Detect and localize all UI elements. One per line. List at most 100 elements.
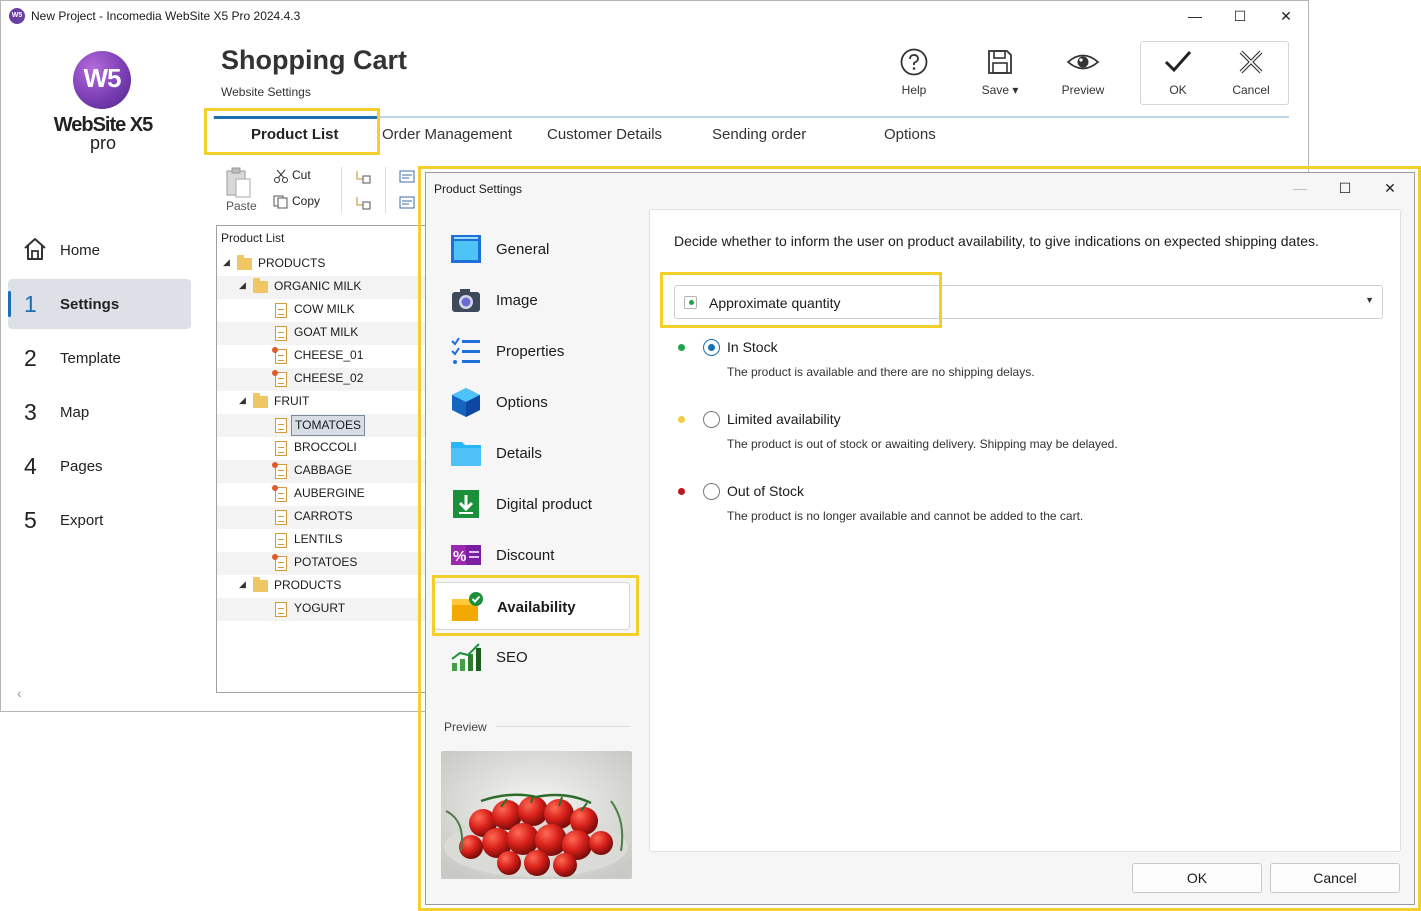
title-bar: W5 New Project - Incomedia WebSite X5 Pr… bbox=[1, 1, 1308, 31]
close-x-icon bbox=[1239, 50, 1263, 74]
app-icon: W5 bbox=[9, 8, 25, 24]
tree-product-row[interactable]: CHEESE_01 bbox=[217, 345, 430, 368]
tree-item-label: GOAT MILK bbox=[294, 325, 359, 339]
product-icon bbox=[275, 510, 287, 525]
tab-sending-order[interactable]: Sending order bbox=[712, 126, 806, 143]
checkmark-icon bbox=[1164, 51, 1192, 73]
save-label: Save ▾ bbox=[981, 83, 1019, 97]
product-icon bbox=[275, 326, 287, 341]
home-icon bbox=[24, 238, 46, 260]
tree-item-label: POTATOES bbox=[294, 555, 358, 569]
eye-icon bbox=[1066, 54, 1100, 70]
cancel-button[interactable]: Cancel bbox=[1216, 47, 1286, 102]
availability-category-highlight bbox=[432, 575, 639, 636]
tree-folder-row[interactable]: ◢ PRODUCTS bbox=[217, 253, 430, 276]
tree-product-row[interactable]: LENTILS bbox=[217, 529, 430, 552]
paste-button[interactable]: Paste bbox=[226, 199, 257, 213]
tree-product-row[interactable]: CHEESE_02 bbox=[217, 368, 430, 391]
tab-customer-details[interactable]: Customer Details bbox=[547, 126, 662, 143]
ok-label: OK bbox=[1169, 83, 1187, 97]
tree-product-row[interactable]: POTATOES bbox=[217, 552, 430, 575]
cut-button[interactable]: Cut bbox=[292, 168, 311, 182]
tree-product-row[interactable]: TOMATOES bbox=[217, 414, 430, 437]
tree-product-row[interactable]: YOGURT bbox=[217, 598, 430, 621]
nav-label: Pages bbox=[60, 458, 103, 475]
product-list-tab-highlight bbox=[204, 108, 380, 155]
nav-item-map[interactable]: 3 Map bbox=[8, 387, 191, 437]
tree-product-row[interactable]: COW MILK bbox=[217, 299, 430, 322]
tree-item-label: YOGURT bbox=[294, 601, 346, 615]
copy-button[interactable]: Copy bbox=[292, 194, 320, 208]
active-indicator bbox=[8, 291, 11, 317]
product-tree[interactable]: Product List ◢ PRODUCTS ◢ ORGANIC MILK COW M… bbox=[216, 225, 431, 693]
tree-product-row[interactable]: AUBERGINE bbox=[217, 483, 430, 506]
nav-label: Settings bbox=[60, 296, 120, 313]
nav-item-template[interactable]: 2 Template bbox=[8, 333, 191, 383]
tree-folder-row[interactable]: ◢ ORGANIC MILK bbox=[217, 276, 430, 299]
export-icon[interactable] bbox=[399, 196, 415, 210]
expand-toggle-icon[interactable]: ◢ bbox=[239, 579, 246, 590]
tree-product-row[interactable]: GOAT MILK bbox=[217, 322, 430, 345]
tree-folder-row[interactable]: ◢ FRUIT bbox=[217, 391, 430, 414]
ok-button[interactable]: OK bbox=[1143, 47, 1213, 102]
tree-item-label: PRODUCTS bbox=[274, 578, 342, 592]
logo-mark-text: W5 bbox=[83, 63, 122, 93]
tab-options[interactable]: Options bbox=[884, 126, 936, 143]
nav-item-home[interactable]: Home bbox=[8, 225, 191, 275]
minimize-button[interactable]: — bbox=[1183, 5, 1207, 27]
tree-product-row[interactable]: CABBAGE bbox=[217, 460, 430, 483]
nav-item-pages[interactable]: 4 Pages bbox=[8, 441, 191, 491]
tab-order-management[interactable]: Order Management bbox=[382, 126, 512, 143]
folder-icon bbox=[237, 255, 252, 270]
window-title: New Project - Incomedia WebSite X5 Pro 2… bbox=[31, 9, 301, 23]
product-icon bbox=[275, 303, 287, 318]
tree-item-label: FRUIT bbox=[274, 394, 310, 408]
nav-number: 5 bbox=[24, 507, 37, 533]
website-x5-logo: W5 WebSite X5 pro bbox=[51, 51, 155, 155]
nav-label: Export bbox=[60, 512, 104, 529]
screenshot-stage: W5 New Project - Incomedia WebSite X5 Pr… bbox=[0, 0, 1421, 911]
copy-icon bbox=[273, 195, 288, 209]
tree-item-label: CABBAGE bbox=[294, 463, 353, 477]
tree-product-row[interactable]: CARROTS bbox=[217, 506, 430, 529]
tree-move-up-icon[interactable] bbox=[355, 170, 371, 184]
product-icon bbox=[275, 441, 287, 456]
close-button[interactable]: ✕ bbox=[1274, 5, 1298, 27]
toolbar-divider bbox=[341, 167, 342, 213]
tree-item-label: AUBERGINE bbox=[294, 486, 365, 500]
nav-item-export[interactable]: 5 Export bbox=[8, 495, 191, 545]
cancel-label: Cancel bbox=[1232, 83, 1270, 97]
import-icon[interactable] bbox=[399, 170, 415, 184]
tree-header: Product List bbox=[221, 231, 285, 245]
folder-icon bbox=[253, 393, 268, 408]
logo-edition: pro bbox=[89, 133, 116, 153]
tree-folder-row[interactable]: ◢ PRODUCTS bbox=[217, 575, 430, 598]
help-button[interactable]: Help bbox=[879, 47, 949, 102]
tree-product-row[interactable]: BROCCOLI bbox=[217, 437, 430, 460]
nav-item-settings[interactable]: 1 Settings bbox=[8, 279, 191, 329]
product-icon bbox=[275, 602, 287, 617]
tree-item-label: CARROTS bbox=[294, 509, 353, 523]
product-icon bbox=[275, 533, 287, 548]
nav-number: 1 bbox=[24, 291, 37, 317]
save-icon bbox=[988, 50, 1012, 74]
expand-toggle-icon[interactable]: ◢ bbox=[239, 395, 246, 406]
save-button[interactable]: Save ▾ bbox=[965, 47, 1035, 102]
nav-number: 4 bbox=[24, 453, 37, 479]
tree-move-down-icon[interactable] bbox=[355, 196, 371, 210]
tree-item-label: LENTILS bbox=[294, 532, 343, 546]
expand-toggle-icon[interactable]: ◢ bbox=[239, 280, 246, 291]
maximize-button[interactable]: ☐ bbox=[1228, 5, 1252, 27]
preview-label: Preview bbox=[1061, 83, 1105, 97]
nav-number: 2 bbox=[24, 345, 37, 371]
expand-toggle-icon[interactable]: ◢ bbox=[223, 257, 230, 268]
product-icon bbox=[272, 462, 287, 479]
nav-label-home: Home bbox=[60, 242, 101, 259]
collapse-sidebar-button[interactable]: ‹ bbox=[17, 685, 22, 701]
tree-item-label: ORGANIC MILK bbox=[274, 279, 362, 293]
tree-item-label: CHEESE_02 bbox=[294, 371, 364, 385]
product-icon bbox=[272, 554, 287, 571]
preview-button[interactable]: Preview bbox=[1048, 47, 1118, 102]
page-subtitle: Website Settings bbox=[221, 85, 311, 99]
toolbar-divider bbox=[385, 167, 386, 213]
